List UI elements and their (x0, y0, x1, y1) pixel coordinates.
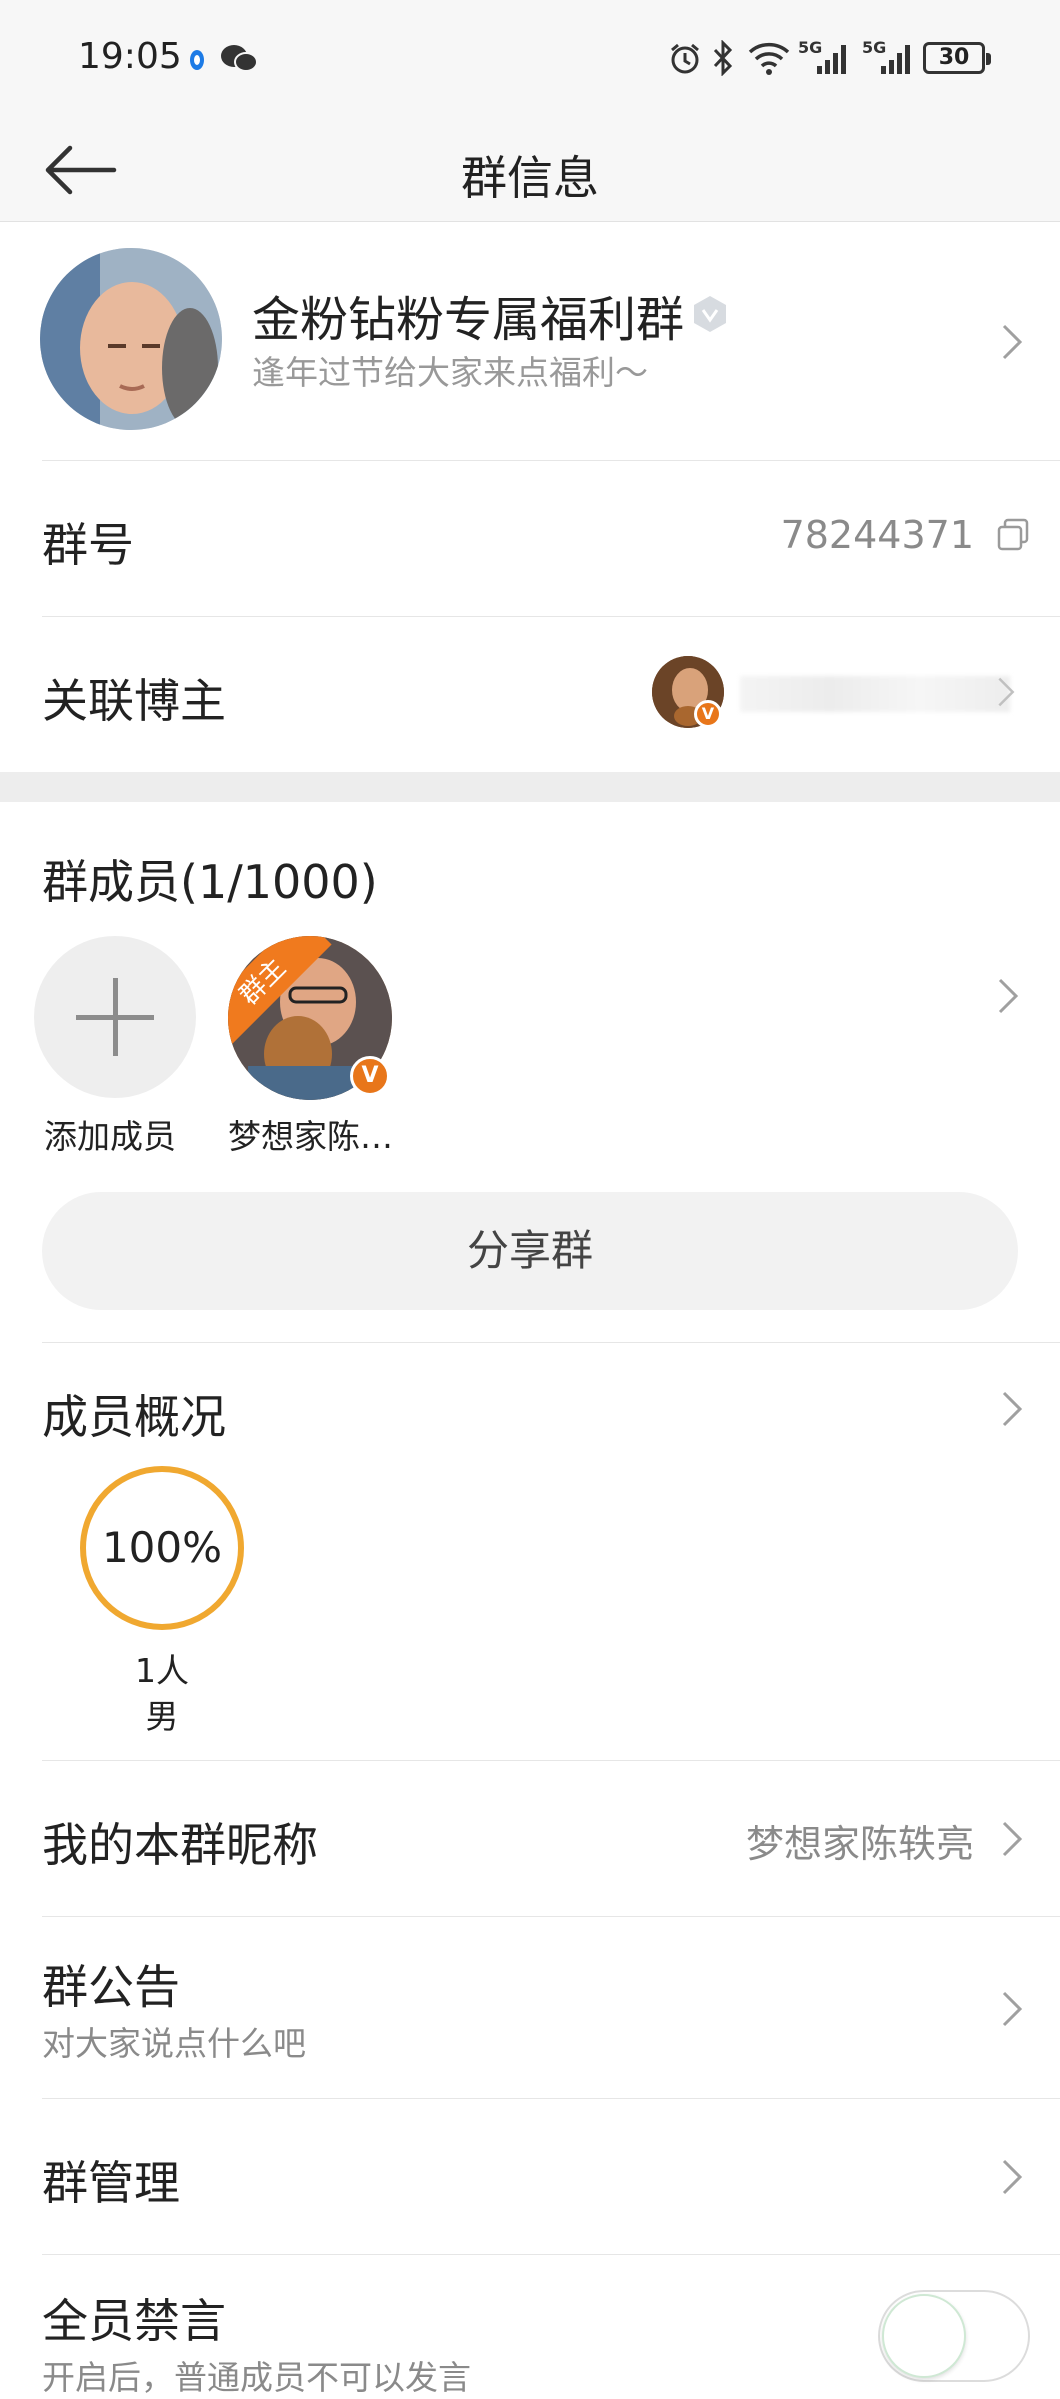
gender-ratio-ring: 100% (80, 1466, 244, 1630)
member-name: 梦想家陈… (228, 1117, 393, 1156)
member-overview-row[interactable]: 成员概况 (0, 1343, 1060, 1463)
mute-all-hint: 开启后，普通成员不可以发言 (42, 2358, 471, 2397)
toggle-knob (882, 2294, 966, 2378)
chevron-right-icon (1002, 1391, 1023, 1427)
status-bar: 19:05 5G 5G 30 (0, 0, 1060, 118)
signal-icon-2 (881, 45, 910, 74)
chevron-right-icon (1002, 1991, 1023, 2027)
group-management-row[interactable]: 群管理 (0, 2099, 1060, 2255)
avatar-portrait-image (40, 248, 222, 430)
verified-shield-icon (694, 296, 726, 332)
group-name: 金粉钻粉专属福利群 (252, 292, 685, 348)
linked-blogger-label: 关联博主 (42, 674, 226, 728)
chevron-right-icon (1002, 1821, 1023, 1857)
page-title: 群信息 (461, 151, 599, 205)
add-member-button[interactable] (34, 936, 196, 1098)
nickname-value: 梦想家陈轶亮 (745, 1822, 974, 1866)
group-number-row: 群号 78244371 (0, 461, 1060, 617)
announcement-hint: 对大家说点什么吧 (42, 2024, 306, 2063)
bluetooth-icon (713, 40, 733, 76)
copy-icon[interactable] (996, 518, 1030, 552)
add-member-label: 添加成员 (44, 1117, 176, 1156)
group-avatar (40, 248, 222, 430)
section-gap (0, 772, 1060, 802)
chevron-right-icon (998, 677, 1015, 707)
nickname-label: 我的本群昵称 (42, 1818, 318, 1872)
mute-all-toggle[interactable] (878, 2290, 1030, 2382)
members-title: 群成员(1/1000) (42, 855, 378, 909)
overview-gender: 男 (145, 1697, 179, 1736)
chevron-right-icon[interactable] (996, 976, 1020, 1016)
chevron-right-icon (1002, 2159, 1023, 2195)
overview-title: 成员概况 (42, 1390, 226, 1444)
share-group-button[interactable]: 分享群 (42, 1192, 1018, 1310)
overview-count: 1人 (135, 1651, 189, 1690)
battery-indicator: 30 (923, 42, 991, 74)
group-number-value: 78244371 (780, 513, 974, 557)
management-label: 群管理 (42, 2156, 180, 2210)
verified-v-badge: V (694, 700, 722, 728)
blogger-name-blurred (740, 676, 1010, 712)
announcement-label: 群公告 (42, 1960, 180, 2014)
announcement-row[interactable]: 群公告 对大家说点什么吧 (0, 1917, 1060, 2097)
group-profile-row[interactable]: 金粉钻粉专属福利群 逢年过节给大家来点福利～ (0, 222, 1060, 460)
group-description: 逢年过节给大家来点福利～ (252, 353, 648, 392)
weibo-notification-icon (190, 50, 204, 70)
alarm-icon (671, 43, 699, 74)
group-number-label: 群号 (42, 518, 134, 572)
status-time: 19:05 (78, 36, 182, 77)
nav-bar: 群信息 (0, 118, 1060, 222)
chevron-right-icon (1002, 324, 1023, 360)
verified-v-badge: V (350, 1056, 390, 1096)
wifi-icon (748, 42, 790, 75)
signal-icon-1 (817, 45, 846, 74)
wechat-icon (221, 45, 258, 72)
mute-all-label: 全员禁言 (42, 2294, 226, 2348)
nickname-row[interactable]: 我的本群昵称 梦想家陈轶亮 (0, 1761, 1060, 1917)
